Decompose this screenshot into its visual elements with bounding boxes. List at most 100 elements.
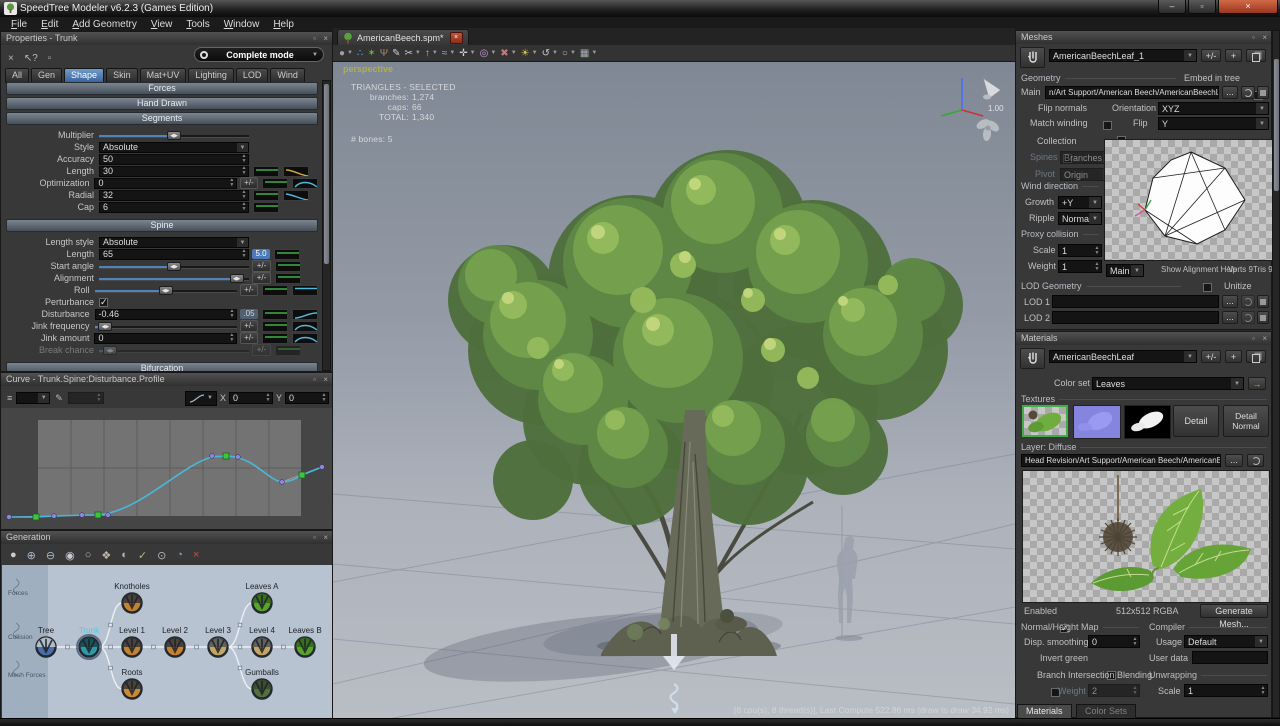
right-scrollbar[interactable] xyxy=(1272,30,1280,718)
optimization-spinner[interactable]: 0▲▼ xyxy=(94,178,236,189)
edge-weight-marker[interactable] xyxy=(109,645,113,649)
properties-scrollbar[interactable] xyxy=(322,80,331,371)
curve-handle[interactable] xyxy=(320,465,325,470)
break-chance-slider[interactable]: ◀▶ xyxy=(99,345,249,356)
edge-weight-marker[interactable] xyxy=(195,645,199,649)
curve-point[interactable] xyxy=(223,453,229,459)
menu-edit[interactable]: Edit xyxy=(34,19,65,30)
optimization-curve-thumbnail[interactable] xyxy=(262,178,288,189)
curve-point[interactable] xyxy=(95,512,101,518)
sun-tool-icon[interactable]: ☀▼ xyxy=(521,46,538,61)
close-icon[interactable]: × xyxy=(323,531,328,544)
float-icon[interactable]: ▫ xyxy=(313,373,316,386)
slider-knob[interactable]: ◀▶ xyxy=(167,262,181,271)
radial-spinner[interactable]: 32▲▼ xyxy=(99,190,249,201)
jink-frequency-plus-minus-button[interactable]: +/- xyxy=(240,320,258,332)
curve-handle[interactable] xyxy=(236,455,241,460)
lod1-export-button[interactable] xyxy=(1257,295,1269,308)
float-icon[interactable]: ▫ xyxy=(1252,31,1255,44)
orientation-dropdown[interactable]: XYZ▼ xyxy=(1158,102,1269,115)
disturbance-spinner[interactable]: -0.46▲▼ xyxy=(95,309,237,320)
branch-tool-icon[interactable]: Ψ xyxy=(380,46,388,61)
flip-dropdown[interactable]: Y▼ xyxy=(1158,117,1269,130)
diffuse-browse-button[interactable]: ... xyxy=(1225,454,1243,467)
proxy-scale-spinner[interactable]: 1▲▼ xyxy=(1058,244,1102,257)
curve-handle[interactable] xyxy=(106,513,111,518)
spinner-arrows[interactable]: ▲▼ xyxy=(228,178,236,188)
wind-tool-icon[interactable]: ≈▼ xyxy=(442,46,455,61)
start-angle-curve-thumbnail[interactable] xyxy=(275,261,301,272)
roll-curve-thumbnail[interactable] xyxy=(262,285,288,296)
ripple-dropdown[interactable]: Normal▼ xyxy=(1058,212,1102,225)
menu-view[interactable]: View xyxy=(144,19,180,30)
detail-texture-button[interactable]: Detail xyxy=(1173,405,1219,437)
lod2-browse-button[interactable]: ... xyxy=(1222,311,1238,324)
disturbance-curve-thumbnail[interactable] xyxy=(292,309,318,320)
disturbance-badge[interactable]: .05 xyxy=(240,309,258,319)
curve-handle[interactable] xyxy=(280,480,285,485)
break-chance-curve-thumbnail[interactable] xyxy=(275,345,301,356)
length-curve-thumbnail[interactable] xyxy=(274,249,300,260)
slider-knob[interactable]: ◀▶ xyxy=(230,274,244,283)
minimize-button[interactable]: – xyxy=(1158,0,1186,14)
edge-weight-marker[interactable] xyxy=(238,645,242,649)
lod2-refresh-button[interactable] xyxy=(1241,311,1255,324)
length-spinner[interactable]: 30▲▼ xyxy=(99,166,249,177)
edge-weight-marker[interactable] xyxy=(109,666,113,670)
delete-icon[interactable]: × xyxy=(8,53,14,64)
curve-point[interactable] xyxy=(33,514,39,520)
unwrap-scale-spinner[interactable]: 1▲▼ xyxy=(1184,684,1268,697)
curve-handle[interactable] xyxy=(80,513,85,518)
show-alignment-checkbox[interactable] xyxy=(1203,283,1212,292)
roll-curve-thumbnail[interactable] xyxy=(292,285,318,296)
lock-icon[interactable]: ⊙ xyxy=(157,549,166,562)
disp-smoothing-spinner[interactable]: 0▲▼ xyxy=(1088,635,1140,648)
mesh-plus-minus-button[interactable]: +/- xyxy=(1201,49,1221,62)
spinner-arrows[interactable]: ▲▼ xyxy=(240,190,248,200)
slider-knob[interactable]: ◀▶ xyxy=(159,286,173,295)
close-icon[interactable]: × xyxy=(1262,332,1267,345)
section-bifurcation[interactable]: Bifurcation xyxy=(6,362,318,371)
slider-knob[interactable]: ◀▶ xyxy=(167,131,181,140)
float-icon[interactable]: ▫ xyxy=(313,531,316,544)
node-roots[interactable]: Roots xyxy=(122,668,143,699)
user-data-field[interactable] xyxy=(1192,651,1268,664)
diffuse-path-field[interactable]: Head Revision/Art Support/American Beech… xyxy=(1021,454,1221,467)
menu-window[interactable]: Window xyxy=(217,19,267,30)
menu-add-geometry[interactable]: Add Geometry xyxy=(65,19,143,30)
section-segments[interactable]: Segments xyxy=(6,112,318,125)
delete-node-icon[interactable]: × xyxy=(193,549,199,561)
edge-weight-marker[interactable] xyxy=(238,623,242,627)
gumball-tool-icon[interactable]: ◎▼ xyxy=(480,46,497,61)
spinner-arrows[interactable]: ▲▼ xyxy=(240,154,248,164)
add-generator-icon[interactable]: ⊕ xyxy=(27,549,36,562)
break-chance-plus-minus-button[interactable]: +/- xyxy=(252,344,271,356)
generate-mesh-button[interactable]: Generate Mesh... xyxy=(1200,604,1268,618)
float-icon[interactable]: ▫ xyxy=(313,32,316,45)
preview-view-dropdown[interactable]: Main▼ xyxy=(1106,264,1144,277)
style-dropdown[interactable]: Absolute▼ xyxy=(99,142,249,153)
texture-preview[interactable] xyxy=(1022,470,1270,603)
lod1-browse-button[interactable]: ... xyxy=(1222,295,1238,308)
complete-mode-button[interactable]: Complete mode ▼ xyxy=(194,47,324,62)
length-badge[interactable]: 5.0 xyxy=(252,249,270,259)
enable-check-icon[interactable]: ✓ xyxy=(138,549,147,562)
clock-icon[interactable]: ◔ xyxy=(176,549,183,561)
float-icon[interactable]: ▫ xyxy=(1252,332,1255,345)
tab-materials[interactable]: Materials xyxy=(1017,704,1072,718)
radial-curve-thumbnail[interactable] xyxy=(253,190,279,201)
spinner-arrows[interactable]: ▲▼ xyxy=(240,249,248,259)
edge-weight-marker[interactable] xyxy=(282,645,286,649)
alpha-texture-thumbnail[interactable] xyxy=(1124,405,1171,439)
mesh-duplicate-button[interactable] xyxy=(1246,49,1266,62)
material-duplicate-button[interactable] xyxy=(1246,350,1266,363)
close-button[interactable]: × xyxy=(1218,0,1278,14)
normal-texture-thumbnail[interactable] xyxy=(1073,405,1121,439)
section-forces[interactable]: Forces xyxy=(6,82,318,95)
mesh-preview[interactable] xyxy=(1104,139,1273,261)
spinner-arrows[interactable]: ▲▼ xyxy=(228,333,236,343)
color-set-apply-button[interactable]: → xyxy=(1248,377,1266,390)
material-add-button[interactable]: + xyxy=(1225,350,1242,363)
proxy-weight-spinner[interactable]: 1▲▼ xyxy=(1058,260,1102,273)
roll-plus-minus-button[interactable]: +/- xyxy=(240,284,258,296)
